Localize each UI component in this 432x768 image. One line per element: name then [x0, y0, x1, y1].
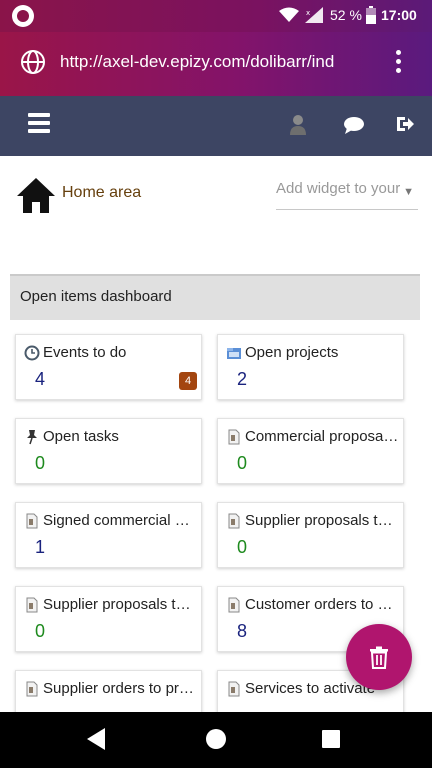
card-value[interactable]: 8 [237, 621, 247, 642]
globe-icon[interactable] [20, 49, 46, 75]
trash-icon [370, 646, 388, 669]
wifi-icon [279, 7, 299, 22]
card-label: Supplier proposals to be processed [43, 596, 197, 613]
url-field[interactable]: http://axel-dev.epizy.com/dolibarr/ind [60, 52, 360, 72]
card-value[interactable]: 0 [237, 537, 247, 558]
card-open-tasks[interactable]: Open tasks 0 [15, 418, 202, 484]
document-icon [228, 597, 240, 613]
card-signed-proposals[interactable]: Signed commercial proposals to bill 1 [15, 502, 202, 568]
dashboard-header: Open items dashboard [10, 274, 420, 320]
document-icon [26, 513, 38, 529]
document-icon [26, 597, 38, 613]
clock: 17:00 [381, 7, 417, 23]
app-header [0, 96, 432, 156]
battery-percent: 52 % [330, 7, 362, 23]
home-icon [17, 178, 55, 213]
card-supplier-orders[interactable]: Supplier orders to process [15, 670, 202, 712]
page-title: Home area [62, 184, 142, 201]
card-commercial-proposals[interactable]: Commercial proposals to be signed 0 [217, 418, 404, 484]
chevron-down-icon: ▼ [400, 186, 414, 198]
card-label: Open projects [245, 344, 339, 361]
projects-icon [227, 348, 241, 359]
add-widget-select[interactable]: Add widget to your ▼ [276, 180, 418, 210]
delete-button[interactable] [346, 624, 412, 690]
card-supplier-proposals-process[interactable]: Supplier proposals to be processed 0 [15, 586, 202, 652]
card-value[interactable]: 0 [35, 621, 45, 642]
card-value[interactable]: 1 [35, 537, 45, 558]
card-label: Events to do [43, 344, 127, 361]
home-nav-icon[interactable] [205, 728, 227, 750]
firefox-icon [12, 5, 34, 27]
card-value[interactable]: 2 [237, 369, 247, 390]
signal-icon: x [305, 7, 323, 23]
card-open-projects[interactable]: Open projects 2 [217, 334, 404, 400]
svg-text:x: x [306, 9, 310, 17]
document-icon [26, 681, 38, 697]
late-badge: 4 [179, 372, 197, 390]
document-icon [228, 681, 240, 697]
card-supplier-proposals-sign[interactable]: Supplier proposals to be signed 0 [217, 502, 404, 568]
card-label: Signed commercial proposals to bill [43, 512, 197, 529]
status-bar: x 52 % 17:00 [0, 0, 432, 32]
logout-icon[interactable] [396, 115, 414, 133]
card-events-to-do[interactable]: Events to do 4 4 [15, 334, 202, 400]
card-label: Customer orders to process [245, 596, 399, 613]
card-label: Supplier proposals to be signed [245, 512, 399, 529]
browser-menu-icon[interactable] [390, 50, 406, 78]
card-value[interactable]: 0 [35, 453, 45, 474]
browser-toolbar: http://axel-dev.epizy.com/dolibarr/ind [0, 32, 432, 96]
android-nav-bar [0, 712, 432, 768]
card-value[interactable]: 4 [35, 369, 45, 390]
clock-icon [24, 345, 40, 361]
add-widget-placeholder: Add widget to your [276, 180, 401, 197]
menu-icon[interactable] [28, 113, 50, 133]
battery-icon [366, 6, 376, 24]
recents-icon[interactable] [321, 729, 341, 749]
document-icon [228, 513, 240, 529]
card-label: Open tasks [43, 428, 119, 445]
card-label: Commercial proposals to be signed [245, 428, 399, 445]
card-value[interactable]: 0 [237, 453, 247, 474]
pin-icon [27, 430, 37, 445]
document-icon [228, 429, 240, 445]
chat-icon[interactable] [343, 116, 365, 134]
back-icon[interactable] [86, 727, 106, 751]
user-icon[interactable] [289, 114, 307, 136]
card-label: Supplier orders to process [43, 680, 197, 697]
